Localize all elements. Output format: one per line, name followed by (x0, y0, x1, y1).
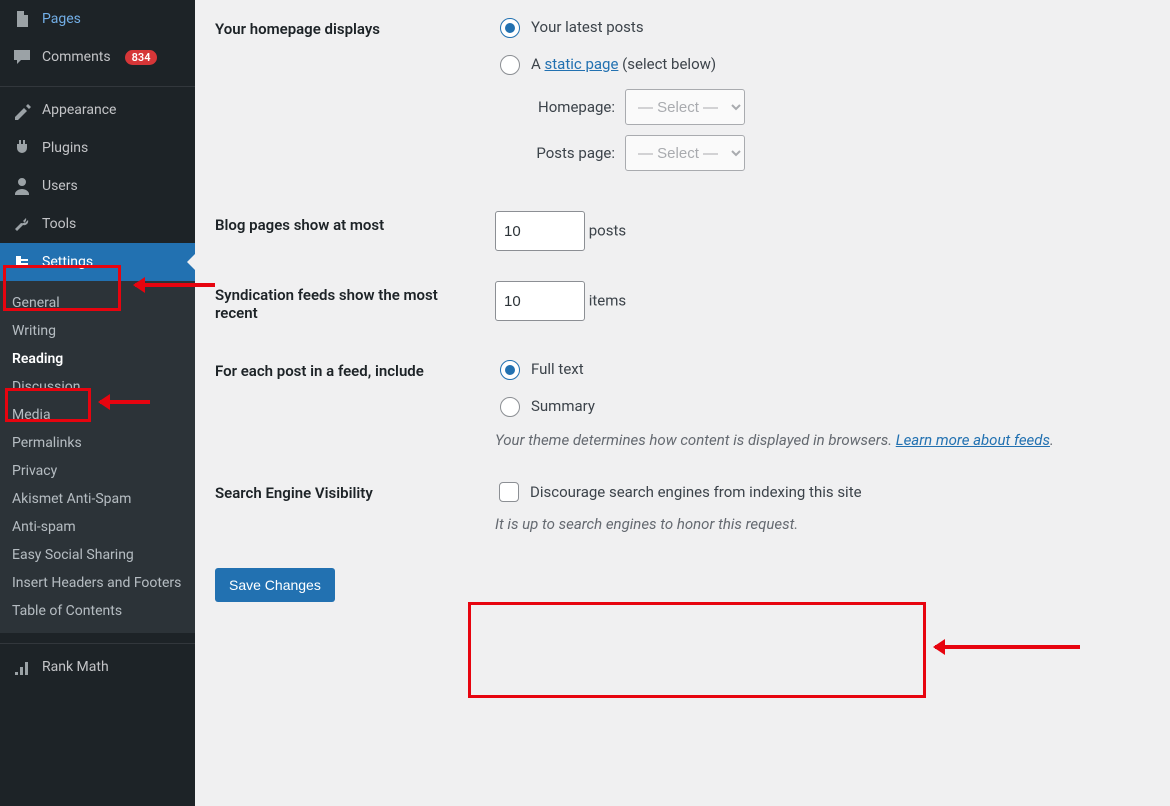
sev-note: It is up to search engines to honor this… (495, 515, 1140, 533)
full-text-label: Full text (531, 360, 584, 378)
arrow-to-sev (935, 645, 1080, 649)
static-page-link[interactable]: static page (545, 55, 619, 73)
radio-summary[interactable] (500, 397, 520, 417)
sidebar-item-pages[interactable]: Pages (0, 0, 195, 38)
posts-page-select[interactable]: — Select — (625, 135, 745, 171)
users-label: Users (42, 178, 78, 194)
comments-icon (12, 47, 32, 67)
sidebar-item-settings[interactable]: Settings (0, 243, 195, 281)
submenu-headers-footers[interactable]: Insert Headers and Footers (0, 569, 195, 597)
syndication-label: Syndication feeds show the most recent (215, 266, 485, 342)
blog-pages-input[interactable] (495, 211, 585, 251)
items-unit: items (589, 292, 626, 310)
submenu-general[interactable]: General (0, 289, 195, 317)
sidebar-item-appearance[interactable]: Appearance (0, 91, 195, 129)
blog-pages-label: Blog pages show at most (215, 196, 485, 266)
comments-label: Comments (42, 49, 111, 65)
posts-page-select-label: Posts page: (515, 144, 615, 162)
summary-label: Summary (531, 397, 595, 415)
theme-note: Your theme determines how content is dis… (495, 431, 1140, 449)
radio-full-text[interactable] (500, 360, 520, 380)
sidebar-item-plugins[interactable]: Plugins (0, 129, 195, 167)
settings-submenu: General Writing Reading Discussion Media… (0, 281, 195, 633)
arrow-to-reading (100, 400, 150, 404)
menu-separator (0, 637, 195, 644)
radio-static-page[interactable] (500, 55, 520, 75)
users-icon (12, 176, 32, 196)
menu-separator (0, 80, 195, 87)
settings-label: Settings (42, 254, 93, 270)
tools-label: Tools (42, 216, 76, 232)
comments-badge: 834 (125, 50, 158, 65)
submenu-privacy[interactable]: Privacy (0, 457, 195, 485)
sidebar-item-users[interactable]: Users (0, 167, 195, 205)
submenu-reading[interactable]: Reading (0, 345, 195, 373)
active-caret-icon (179, 254, 195, 270)
settings-icon (12, 252, 32, 272)
syndication-input[interactable] (495, 281, 585, 321)
homepage-select-label: Homepage: (515, 98, 615, 116)
plugins-icon (12, 138, 32, 158)
tools-icon (12, 214, 32, 234)
homepage-select[interactable]: — Select — (625, 89, 745, 125)
pages-label: Pages (42, 11, 81, 27)
arrow-to-settings (135, 283, 215, 287)
learn-feeds-link[interactable]: Learn more about feeds (896, 431, 1050, 449)
rankmath-label: Rank Math (42, 659, 109, 675)
plugins-label: Plugins (42, 140, 88, 156)
homepage-displays-label: Your homepage displays (215, 0, 485, 196)
save-changes-button[interactable]: Save Changes (215, 568, 335, 602)
submenu-antispam[interactable]: Anti-spam (0, 513, 195, 541)
submenu-permalinks[interactable]: Permalinks (0, 429, 195, 457)
main-content: Your homepage displays Your latest posts… (195, 0, 1170, 806)
submenu-toc[interactable]: Table of Contents (0, 597, 195, 625)
latest-posts-label: Your latest posts (531, 18, 644, 36)
pages-icon (12, 9, 32, 29)
sidebar-item-comments[interactable]: Comments 834 (0, 38, 195, 76)
search-engine-visibility-label: Search Engine Visibility (215, 464, 485, 548)
appearance-icon (12, 100, 32, 120)
submenu-akismet[interactable]: Akismet Anti-Spam (0, 485, 195, 513)
sidebar-item-tools[interactable]: Tools (0, 205, 195, 243)
feed-include-label: For each post in a feed, include (215, 342, 485, 464)
posts-unit: posts (589, 222, 626, 240)
radio-latest-posts[interactable] (500, 18, 520, 38)
sidebar-item-rankmath[interactable]: Rank Math (0, 648, 195, 686)
submenu-easy-social[interactable]: Easy Social Sharing (0, 541, 195, 569)
rankmath-icon (12, 657, 32, 677)
submenu-writing[interactable]: Writing (0, 317, 195, 345)
static-page-text: A static page (select below) (531, 55, 716, 73)
appearance-label: Appearance (42, 102, 116, 118)
checkbox-discourage-indexing[interactable] (499, 482, 519, 502)
discourage-label: Discourage search engines from indexing … (530, 483, 862, 501)
